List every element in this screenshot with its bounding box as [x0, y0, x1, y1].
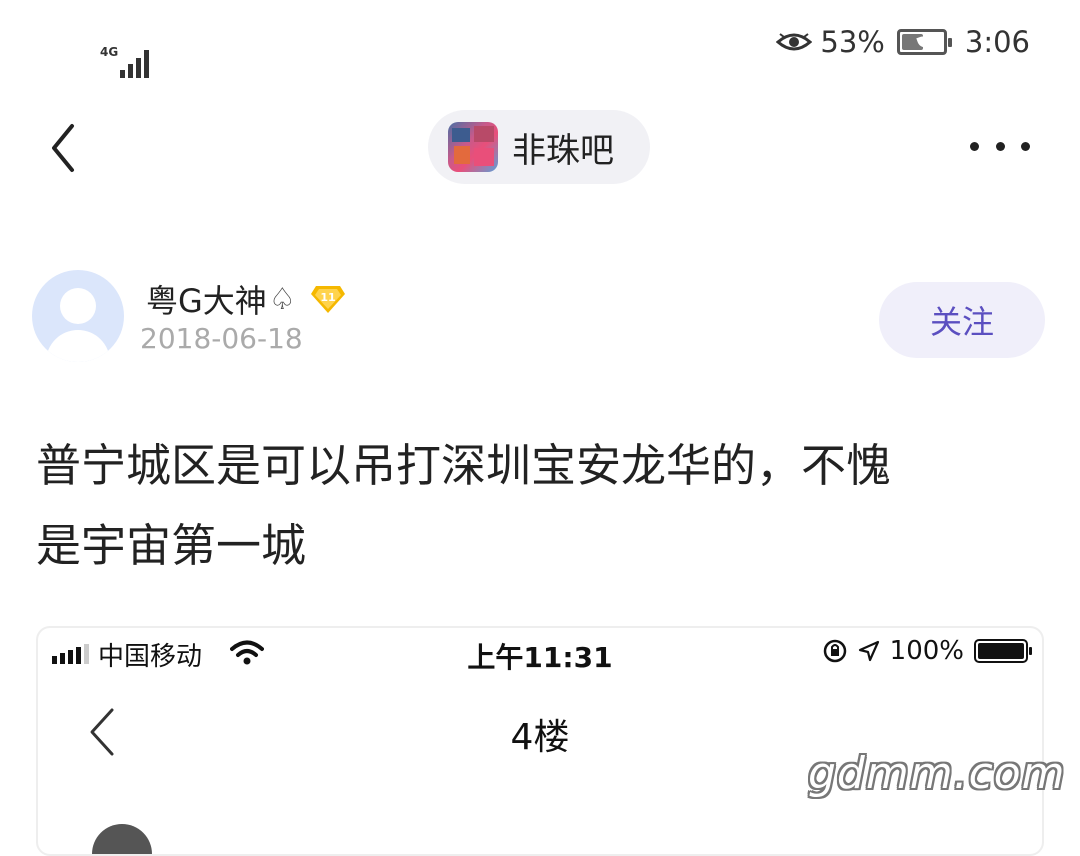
battery-percent: 53% — [820, 25, 885, 59]
embedded-battery-icon — [974, 639, 1032, 663]
more-icon[interactable] — [970, 138, 1030, 154]
level-number: 11 — [320, 291, 335, 304]
follow-button[interactable]: 关注 — [879, 282, 1045, 358]
forum-pill[interactable]: 非珠吧 — [428, 110, 650, 184]
network-type-label: 4G — [100, 45, 119, 59]
post-date: 2018-06-18 — [140, 322, 303, 355]
rotation-lock-icon — [823, 639, 846, 663]
status-time: 3:06 — [964, 25, 1030, 59]
author-name-text: 粤G大神 — [146, 282, 267, 320]
author-avatar[interactable] — [32, 270, 124, 362]
level-badge: 11 — [310, 286, 345, 313]
back-icon[interactable] — [42, 120, 82, 176]
signal-icon: 4G — [50, 24, 149, 78]
forum-avatar — [448, 122, 498, 172]
embedded-status-bar: 中国移动 上午11:31 100% — [38, 628, 1042, 680]
post-text-line-1: 普宁城区是可以吊打深圳宝安龙华的，不愧 — [36, 439, 892, 492]
embedded-battery-percent: 100% — [889, 636, 964, 666]
spade-icon: ♤ — [268, 281, 296, 317]
eye-comfort-icon — [776, 33, 813, 51]
post-body: 普宁城区是可以吊打深圳宝安龙华的，不愧 是宇宙第一城 — [36, 426, 1046, 586]
battery-icon — [896, 29, 952, 55]
status-bar: 4G 53% 3:06 — [0, 0, 1080, 80]
forum-name: 非珠吧 — [512, 130, 614, 171]
embedded-comment-avatar — [92, 824, 152, 854]
author-name[interactable]: 粤G大神 ♤ 11 — [146, 276, 346, 322]
post-text-line-2: 是宇宙第一城 — [36, 519, 307, 572]
location-icon — [858, 640, 879, 662]
embedded-screenshot-image[interactable]: 中国移动 上午11:31 100% 4楼 — [36, 626, 1044, 856]
watermark: gdmm.com — [808, 748, 1066, 799]
